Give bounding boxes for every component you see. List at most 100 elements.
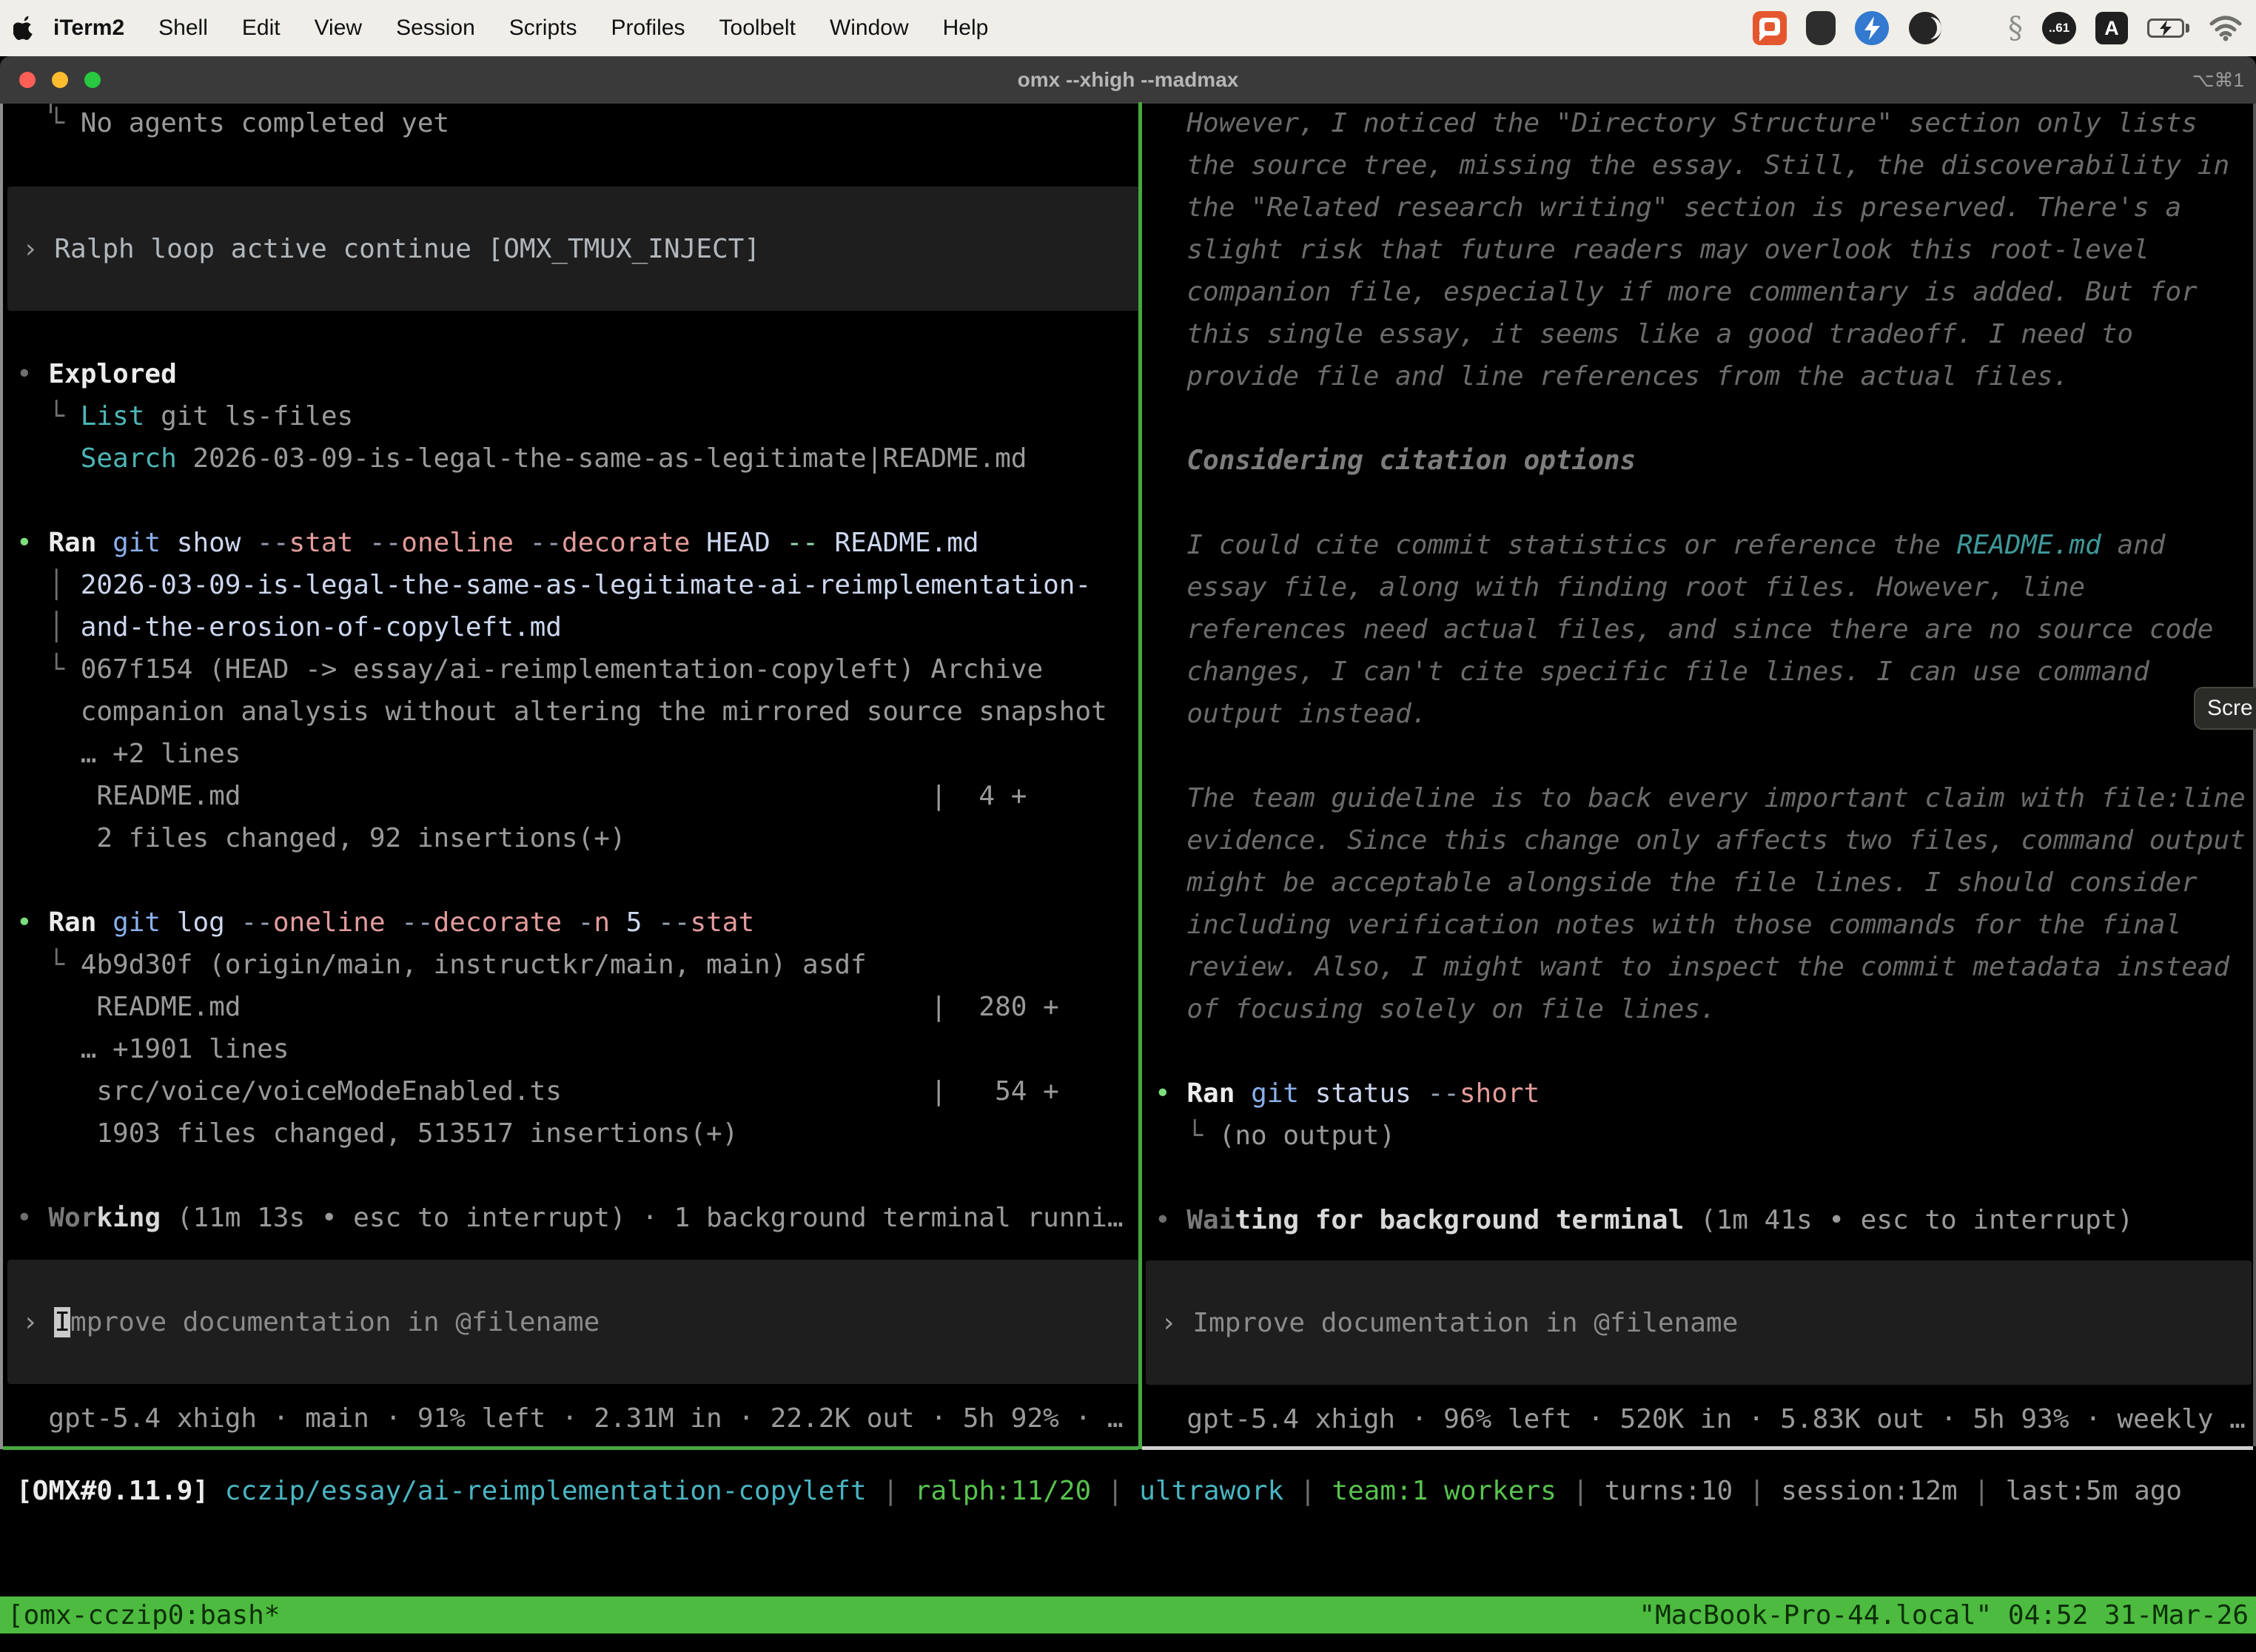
text-segment: I — [54, 1307, 70, 1337]
text-segment: src/voice/voiceModeEnabled.ts | 54 + — [16, 1076, 1059, 1107]
terminal-line: I could cite commit statistics or refere… — [1146, 524, 2252, 566]
text-segment: Ran — [48, 907, 96, 938]
text-segment: references need actual files, and since … — [1155, 614, 2213, 645]
left-status-line: gpt-5.4 xhigh · main · 91% left · 2.31M … — [7, 1397, 1140, 1440]
left-input-box[interactable]: › Improve documentation in @filename — [7, 1260, 1140, 1384]
text-segment: - — [578, 907, 594, 938]
menu-item-edit[interactable]: Edit — [242, 16, 281, 41]
text-segment: including verification notes with those … — [1155, 910, 2181, 940]
text-segment: README.md — [819, 528, 979, 558]
text-segment: and — [2101, 530, 2166, 560]
terminal-line: • Working (11m 13s • esc to interrupt) ·… — [7, 1197, 1140, 1239]
menu-item-shell[interactable]: Shell — [158, 16, 208, 41]
terminal-line: Considering citation options — [1146, 440, 2252, 482]
terminal-line: review. Also, I might want to inspect th… — [1146, 946, 2252, 988]
menu-items: iTerm2 Shell Edit View Session Scripts P… — [53, 16, 988, 41]
terminal-line — [1146, 482, 2252, 524]
text-segment: Ralph loop active continue [OMX_TMUX_INJ… — [54, 234, 760, 264]
text-segment: | — [867, 1476, 915, 1506]
text-segment: Considering citation options — [1186, 446, 1636, 476]
terminal-line: • Explored — [7, 353, 1140, 395]
text-segment: 2026-03-09-is-legal-the-same-as-legitima… — [177, 443, 1027, 474]
right-input-prompt[interactable]: › Improve documentation in @filename — [1146, 1302, 2252, 1344]
left-input-prompt[interactable]: › Improve documentation in @filename — [7, 1301, 1140, 1343]
terminal-line: essay file, along with finding root file… — [1146, 566, 2252, 608]
terminal-line: references need actual files, and since … — [1146, 608, 2252, 651]
text-segment: changes, I can't cite specific file line… — [1155, 657, 2149, 687]
tmux-host-clock: "MacBook-Pro-44.local" 04:52 31-Mar-26 — [1639, 1600, 2249, 1631]
squiggle-icon[interactable]: § — [2008, 11, 2023, 45]
text-segment: status — [1299, 1078, 1427, 1109]
text-segment: gpt-5.4 xhigh · 96% left · 520K in · 5.8… — [1155, 1404, 2246, 1434]
text-segment: | — [1557, 1476, 1605, 1506]
text-segment: | — [1958, 1476, 2006, 1506]
text-segment: oneline — [401, 528, 514, 558]
left-pane-bottom-border — [3, 1446, 1138, 1450]
menu-item-profiles[interactable]: Profiles — [611, 16, 685, 41]
terminal-line: of focusing solely on file lines. — [1146, 988, 2252, 1030]
text-segment: stat — [690, 907, 754, 938]
text-segment: 2026-03-09-is-legal-the-same-as-legitima… — [81, 570, 1091, 600]
blue-bolt-icon[interactable] — [1855, 11, 1889, 45]
crescent-icon[interactable] — [1908, 11, 1942, 45]
text-segment: Explored — [48, 359, 176, 389]
right-input-box[interactable]: › Improve documentation in @filename — [1146, 1260, 2252, 1385]
terminal-line: slight risk that future readers may over… — [1146, 229, 2252, 271]
text-segment: git ls-files — [144, 401, 353, 432]
menu-item-help[interactable]: Help — [943, 16, 989, 41]
terminal-line: output instead. — [1146, 693, 2252, 735]
text-segment: stat — [289, 528, 354, 558]
menu-item-iterm2[interactable]: iTerm2 — [53, 16, 124, 41]
text-segment: The team guideline is to back every impo… — [1155, 783, 2246, 813]
terminal-line: src/voice/voiceModeEnabled.ts | 54 + — [7, 1070, 1140, 1112]
shield-grid-icon[interactable] — [1806, 11, 1836, 45]
text-segment: List — [81, 401, 145, 432]
pane-divider[interactable] — [1138, 102, 1142, 1449]
window-titlebar[interactable]: omx --xhigh --madmax ⌥⌘1 — [0, 56, 2256, 104]
text-segment: -- — [241, 907, 272, 938]
text-segment — [514, 528, 530, 558]
battery-icon[interactable] — [2147, 19, 2189, 38]
terminal-line: └ (no output) — [1146, 1115, 2252, 1157]
terminal-line — [1146, 735, 2252, 777]
apple-menu[interactable] — [13, 16, 34, 41]
menu-item-window[interactable]: Window — [830, 16, 909, 41]
terminal-line: │ 2026-03-09-is-legal-the-same-as-legiti… — [7, 564, 1140, 606]
text-segment: README.md | 4 + — [16, 781, 1027, 811]
battery-percent-icon[interactable]: ..61 — [2042, 12, 2076, 44]
text-segment — [209, 1476, 225, 1506]
menu-item-toolbelt[interactable]: Toolbelt — [719, 16, 796, 41]
text-segment: └ — [16, 108, 81, 138]
text-segment: | — [1733, 1476, 1781, 1506]
left-pane-lines-top: └ No agents completed yet — [7, 102, 1140, 187]
text-segment — [1235, 1078, 1251, 1109]
text-segment: n — [594, 907, 610, 938]
text-segment: … +2 lines — [16, 739, 241, 769]
text-segment: the source tree, missing the essay. Stil… — [1155, 150, 2229, 181]
text-segment — [353, 528, 369, 558]
terminal-line: 2 files changed, 92 insertions(+) — [7, 817, 1140, 859]
text-segment: • — [16, 907, 48, 938]
text-segment: slight risk that future readers may over… — [1155, 235, 2149, 265]
menu-item-view[interactable]: View — [315, 16, 362, 41]
input-source-icon[interactable]: A — [2095, 12, 2128, 44]
keeper-icon[interactable] — [1753, 11, 1787, 45]
text-segment: cczip/essay/ai-reimplementation-copyleft — [225, 1476, 867, 1506]
menu-item-session[interactable]: Session — [396, 16, 475, 41]
text-segment: › — [22, 234, 54, 264]
window-shortcut: ⌥⌘1 — [2192, 56, 2244, 104]
wifi-icon[interactable] — [2209, 15, 2243, 41]
text-segment: (no output) — [1219, 1121, 1395, 1151]
text-segment: 5 — [610, 907, 658, 938]
dots-grid-icon[interactable] — [1961, 15, 1989, 42]
text-segment — [386, 907, 402, 938]
text-segment: Ran — [48, 528, 96, 558]
text-segment: Wor — [48, 1203, 96, 1233]
right-edge-border — [2253, 104, 2256, 1446]
menu-item-scripts[interactable]: Scripts — [509, 16, 577, 41]
inject-banner[interactable]: › Ralph loop active continue [OMX_TMUX_I… — [7, 187, 1140, 311]
text-segment: git — [113, 907, 161, 938]
text-segment: └ — [16, 950, 81, 980]
text-segment: companion file, especially if more comme… — [1155, 277, 2198, 307]
terminal-line: provide file and line references from th… — [1146, 355, 2252, 397]
